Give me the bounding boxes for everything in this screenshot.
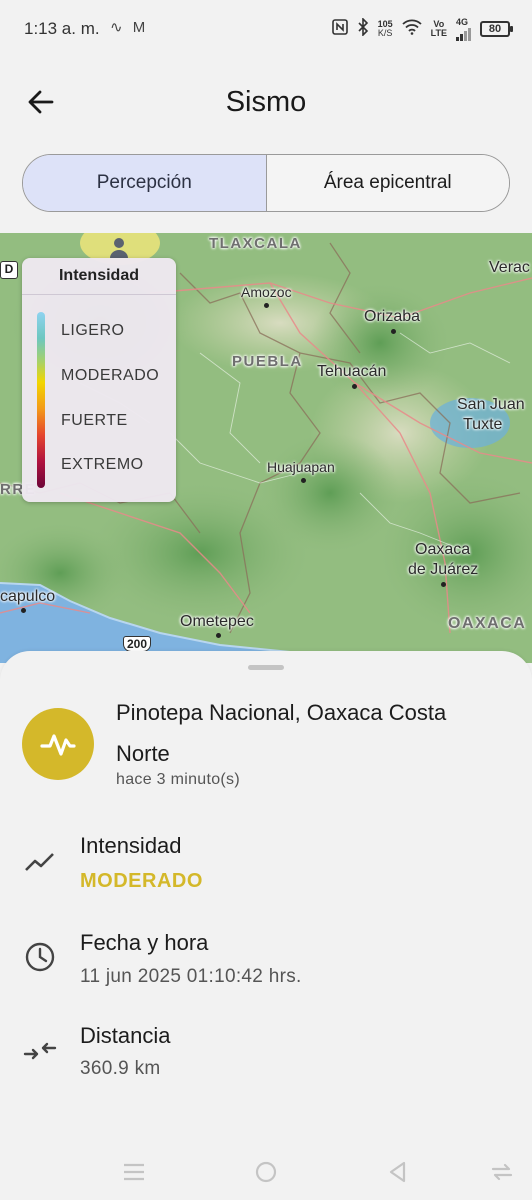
network-speed-unit: K/S — [377, 28, 393, 38]
signal-bars-icon — [456, 27, 471, 41]
map-label-oaxaca-state: OAXACA — [448, 615, 527, 632]
intensity-label: Intensidad — [80, 833, 182, 858]
seismic-wave-icon — [40, 734, 76, 756]
map-label-orizaba: Orizaba — [364, 308, 421, 325]
bluetooth-icon — [357, 17, 369, 40]
map-dot-huajuapan — [301, 478, 306, 483]
legend-level-moderado: MODERADO — [61, 367, 160, 384]
trend-line-icon — [22, 844, 58, 880]
tab-area-epicentral[interactable]: Área epicentral — [265, 155, 509, 211]
network-speed: 105 K/S — [378, 20, 393, 38]
view-tabs: Percepción Área epicentral — [22, 154, 510, 212]
distance-value: 360.9 km — [80, 1058, 161, 1079]
datetime-label: Fecha y hora — [80, 930, 209, 955]
page-title: Sismo — [225, 86, 307, 118]
status-icons: 105 K/S Vo LTE 4G 80 — [331, 14, 513, 44]
map-dot-oaxaca — [441, 582, 446, 587]
map-dot-acapulco — [21, 608, 26, 613]
status-time: 1:13 a. m. — [24, 19, 100, 38]
map-label-tehuacan: Tehuacán — [317, 363, 387, 380]
legend-level-ligero: LIGERO — [61, 322, 125, 339]
battery-indicator: 80 — [480, 21, 513, 37]
cell-signal: 4G — [456, 16, 471, 41]
intensity-badge — [22, 708, 94, 780]
map-label-acapulco: capulco — [0, 588, 56, 605]
distance-label: Distancia — [80, 1023, 171, 1048]
arrows-converge-icon — [22, 1033, 58, 1069]
map-label-tuxtepec: Tuxte — [463, 416, 503, 433]
volte-indicator: Vo LTE — [431, 20, 447, 38]
legend-level-fuerte: FUERTE — [61, 412, 128, 429]
intensity-value: MODERADO — [80, 870, 203, 892]
legend-title: Intensidad — [22, 258, 176, 295]
map-label-tlaxcala: TLAXCALA — [209, 235, 302, 252]
clock-icon — [22, 939, 58, 975]
highway-shield-icon: 200 — [123, 636, 152, 652]
datetime-value: 11 jun 2025 01:10:42 hrs. — [80, 966, 302, 987]
system-nav-bar — [0, 1144, 532, 1200]
intensity-color-scale — [37, 312, 45, 488]
notification-icons: ∿ M — [110, 18, 145, 36]
sheet-drag-handle[interactable] — [248, 665, 284, 670]
legend-level-extremo: EXTREMO — [61, 456, 144, 473]
network-type: 4G — [456, 16, 469, 27]
tab-percepcion[interactable]: Percepción — [23, 155, 266, 211]
nfc-icon — [331, 19, 348, 39]
map-dot-amozoc — [264, 303, 269, 308]
map-edge-tag: D — [0, 261, 18, 279]
map-label-veracruz: Verac — [489, 259, 530, 276]
home-icon[interactable] — [252, 1158, 280, 1186]
map-label-huajuapan: Huajuapan — [267, 459, 335, 475]
event-details-sheet[interactable]: Pinotepa Nacional, Oaxaca Costa Norte ha… — [0, 651, 532, 1200]
event-location: Pinotepa Nacional, Oaxaca Costa Norte — [116, 700, 447, 766]
gmail-icon: M — [132, 19, 146, 36]
map-dot-tehuacan — [352, 384, 357, 389]
map-label-oaxaca-2: de Juárez — [408, 561, 479, 578]
rotate-icon[interactable] — [488, 1158, 516, 1186]
intensity-legend: Intensidad LIGERO MODERADO FUERTE EXTREM… — [22, 258, 176, 502]
app-header: Sismo — [0, 70, 532, 134]
menu-icon[interactable] — [120, 1158, 148, 1186]
wifi-icon — [402, 19, 422, 40]
map-label-amozoc: Amozoc — [241, 284, 292, 300]
volte-bottom: LTE — [430, 28, 447, 38]
map-dot-ometepec — [216, 633, 221, 638]
activity-icon: ∿ — [110, 19, 123, 36]
map-label-oaxaca: Oaxaca — [415, 541, 471, 558]
map-label-san-juan: San Juan — [457, 396, 525, 413]
map-dot-orizaba — [391, 329, 396, 334]
event-relative-time: hace 3 minuto(s) — [116, 771, 240, 788]
back-triangle-icon[interactable] — [384, 1158, 412, 1186]
status-bar: 1:13 a. m. ∿ M 105 K/S Vo LTE 4G 80 — [0, 0, 532, 58]
map-label-puebla: PUEBLA — [232, 353, 303, 370]
map-label-ometepec: Ometepec — [180, 613, 254, 630]
